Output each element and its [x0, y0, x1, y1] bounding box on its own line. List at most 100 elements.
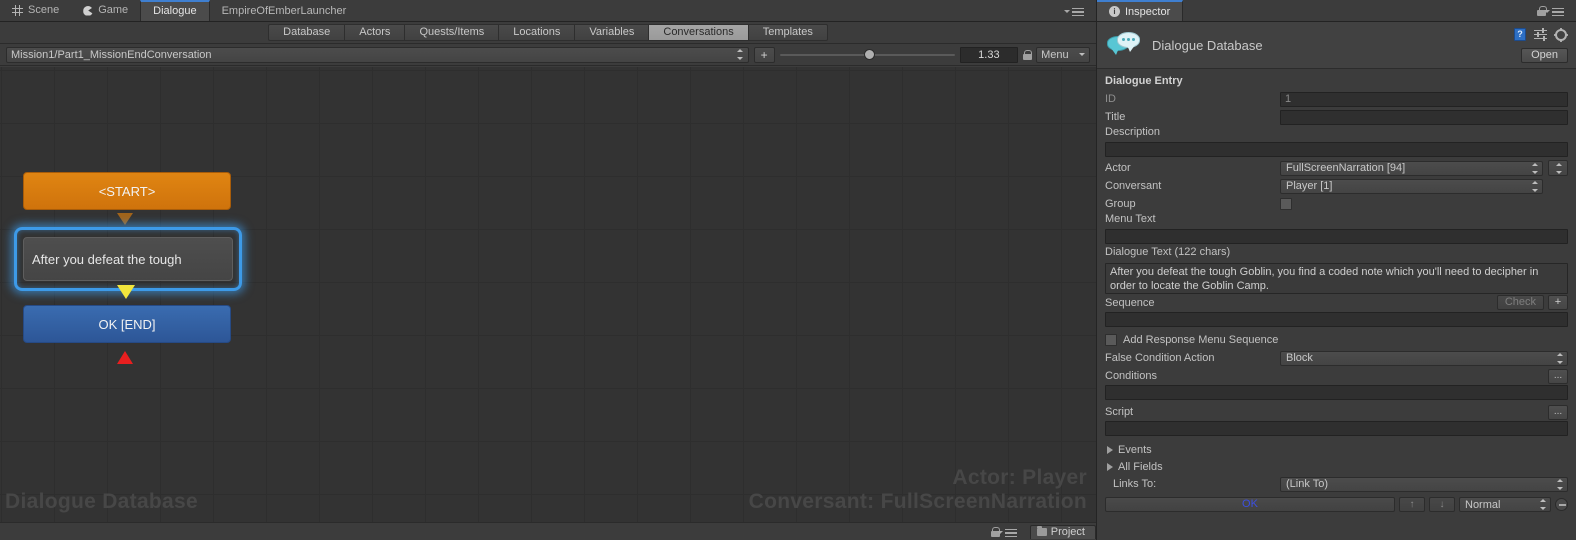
- folder-icon: [1036, 526, 1047, 536]
- id-field: 1: [1280, 91, 1568, 107]
- actor-label: Actor: [1105, 162, 1131, 174]
- subtab-variables[interactable]: Variables: [574, 24, 649, 41]
- script-label: Script: [1105, 406, 1134, 418]
- group-checkbox[interactable]: [1280, 198, 1292, 210]
- unity-editor-window: Scene Game Dialogue EmpireOfEmberLaunche…: [0, 0, 1576, 540]
- dialogue-editor-panel: Scene Game Dialogue EmpireOfEmberLaunche…: [0, 0, 1096, 540]
- subtab-database[interactable]: Database: [268, 24, 345, 41]
- tab-inspector[interactable]: i Inspector: [1097, 0, 1184, 21]
- zoom-value-field[interactable]: 1.33: [960, 46, 1018, 63]
- subtab-templates[interactable]: Templates: [747, 24, 828, 41]
- tab-project[interactable]: Project: [1029, 524, 1096, 539]
- inspector-header: Dialogue Database ? Open: [1097, 22, 1576, 69]
- sequence-add-button[interactable]: +: [1548, 295, 1568, 310]
- conditions-label: Conditions: [1105, 370, 1157, 382]
- lock-icon[interactable]: [1022, 49, 1032, 60]
- link-priority-dropdown[interactable]: Normal: [1459, 497, 1551, 512]
- id-label: ID: [1105, 93, 1116, 105]
- links-to-value: (Link To): [1286, 478, 1328, 490]
- editor-tabbar: Scene Game Dialogue EmpireOfEmberLaunche…: [0, 0, 1096, 22]
- chevron-updown-icon: [1556, 352, 1564, 364]
- statusbar-options-menu[interactable]: [996, 527, 1023, 538]
- all-fields-label: All Fields: [1118, 460, 1163, 473]
- actor-dropdown[interactable]: FullScreenNarration [94]: [1280, 160, 1543, 176]
- dialogue-text-area[interactable]: After you defeat the tough Goblin, you f…: [1105, 263, 1568, 294]
- canvas-watermark-database: Dialogue Database: [5, 490, 198, 513]
- menu-text-field[interactable]: [1105, 229, 1568, 244]
- link-priority-value: Normal: [1465, 498, 1501, 511]
- row-description: Description: [1105, 126, 1568, 157]
- hamburger-menu-icon: [1070, 7, 1084, 17]
- link-entry-button[interactable]: OK: [1105, 497, 1395, 512]
- sequence-check-button[interactable]: Check: [1496, 295, 1544, 310]
- link-move-down-button[interactable]: ↓: [1429, 497, 1455, 512]
- add-response-menu-checkbox[interactable]: [1105, 334, 1117, 346]
- node-entry-selected[interactable]: After you defeat the tough: [14, 227, 242, 291]
- title-field[interactable]: [1280, 109, 1568, 125]
- foldout-events[interactable]: Events: [1105, 441, 1568, 458]
- conversation-dropdown-value: Mission1/Part1_MissionEndConversation: [11, 48, 212, 61]
- row-id: ID 1: [1105, 90, 1568, 108]
- chevron-updown-icon: [1556, 478, 1564, 490]
- game-icon: [83, 5, 94, 16]
- row-link-entry: OK ↑ ↓ Normal: [1105, 496, 1568, 513]
- sequence-field[interactable]: [1105, 312, 1568, 327]
- foldout-all-fields[interactable]: All Fields: [1105, 458, 1568, 475]
- conversation-canvas[interactable]: <START> After you defeat the tough OK [E…: [0, 67, 1096, 522]
- actor-swap-button[interactable]: [1548, 160, 1568, 176]
- row-false-condition: False Condition Action Block: [1105, 349, 1568, 367]
- editor-tabbar-right: [1064, 0, 1096, 21]
- inspector-panel: i Inspector Dialogue Database ? Open Dia…: [1096, 0, 1576, 540]
- subtab-quests-items[interactable]: Quests/Items: [404, 24, 499, 41]
- links-to-label: Links To:: [1113, 478, 1157, 490]
- node-start[interactable]: <START>: [23, 172, 231, 210]
- chevron-updown-icon: [1531, 180, 1539, 192]
- help-icon[interactable]: ?: [1514, 28, 1526, 41]
- tab-dialogue[interactable]: Dialogue: [140, 0, 210, 21]
- add-conversation-button[interactable]: +: [753, 46, 775, 63]
- row-menu-text: Menu Text: [1105, 213, 1568, 244]
- conversant-dropdown[interactable]: Player [1]: [1280, 178, 1543, 194]
- conversation-toolbar: Mission1/Part1_MissionEndConversation + …: [0, 44, 1096, 66]
- chevron-right-icon: [1107, 445, 1113, 454]
- info-icon: i: [1109, 6, 1120, 17]
- canvas-menu-dropdown[interactable]: Menu: [1036, 46, 1090, 63]
- script-field[interactable]: [1105, 421, 1568, 436]
- node-entry-body[interactable]: After you defeat the tough: [23, 237, 233, 281]
- row-sequence: Sequence Check +: [1105, 294, 1568, 311]
- links-to-dropdown[interactable]: (Link To): [1280, 476, 1568, 492]
- dialogue-text-label: Dialogue Text (122 chars): [1105, 246, 1231, 258]
- dialogue-bubble-icon: [1107, 32, 1140, 58]
- gear-icon[interactable]: [1555, 28, 1567, 41]
- subtab-conversations[interactable]: Conversations: [648, 24, 748, 41]
- script-more-button[interactable]: ...: [1548, 404, 1568, 420]
- node-ok-end[interactable]: OK [END]: [23, 305, 231, 343]
- editor-options-menu[interactable]: [1064, 6, 1090, 17]
- preset-icon[interactable]: [1534, 27, 1547, 41]
- link-move-up-button[interactable]: ↑: [1399, 497, 1425, 512]
- subtab-locations[interactable]: Locations: [498, 24, 575, 41]
- inspector-options-menu[interactable]: [1544, 6, 1570, 17]
- description-field[interactable]: [1105, 142, 1568, 157]
- menu-text-label: Menu Text: [1105, 213, 1156, 225]
- tab-game-label: Game: [98, 4, 129, 16]
- conditions-field[interactable]: [1105, 385, 1568, 400]
- hamburger-menu-icon: [1003, 528, 1017, 538]
- zoom-slider-knob[interactable]: [863, 49, 875, 60]
- sequence-label: Sequence: [1105, 296, 1155, 309]
- conversation-dropdown[interactable]: Mission1/Part1_MissionEndConversation: [6, 46, 749, 63]
- conditions-more-button[interactable]: ...: [1548, 368, 1568, 384]
- subtab-actors[interactable]: Actors: [344, 24, 405, 41]
- tab-game[interactable]: Game: [71, 0, 140, 21]
- connector-arrow-start-to-entry: [117, 213, 133, 225]
- open-button[interactable]: Open: [1521, 48, 1568, 63]
- chevron-updown-icon: [736, 49, 744, 60]
- events-label: Events: [1118, 443, 1152, 456]
- conversant-dropdown-value: Player [1]: [1286, 180, 1333, 192]
- link-remove-button[interactable]: [1555, 498, 1568, 511]
- chevron-down-icon: [1078, 53, 1085, 56]
- tab-scene[interactable]: Scene: [0, 0, 71, 21]
- node-ok-end-label: OK [END]: [98, 316, 156, 332]
- false-condition-dropdown[interactable]: Block: [1280, 350, 1568, 366]
- zoom-slider[interactable]: [779, 47, 956, 63]
